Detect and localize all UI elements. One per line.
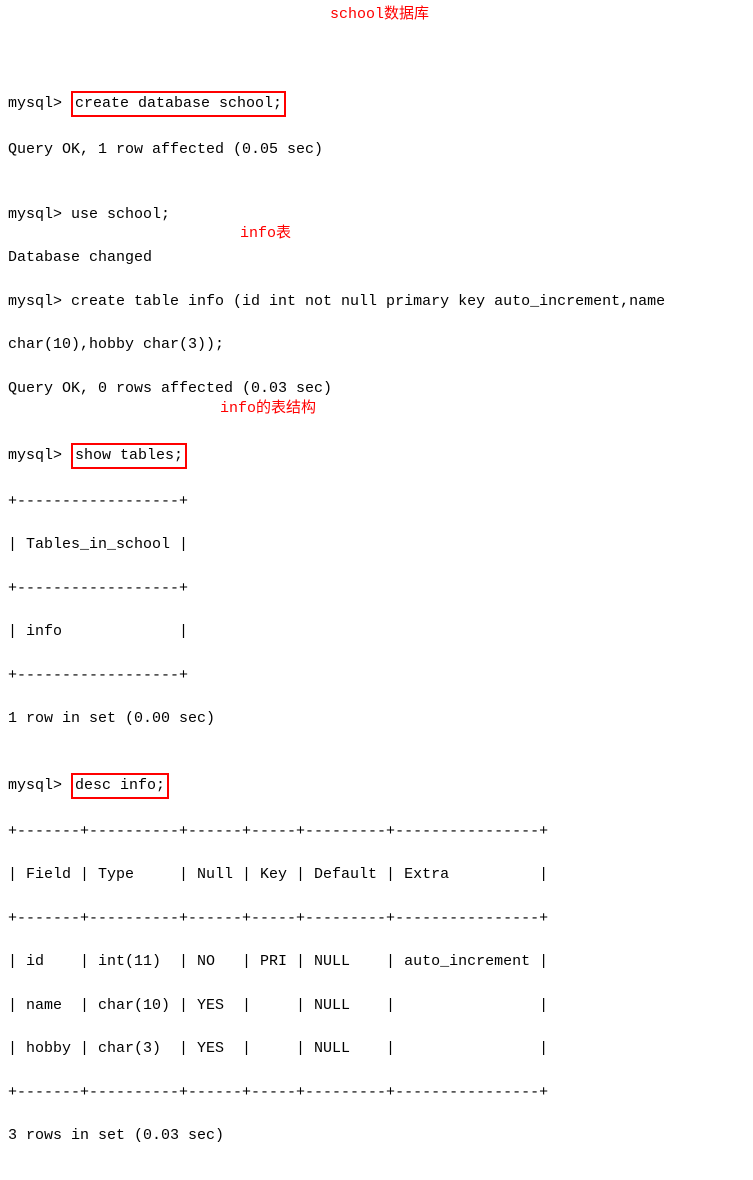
cmd-desc-info: desc info;	[71, 773, 169, 799]
terminal-line: mysql> show tables;	[8, 443, 745, 469]
terminal-line: +------------------+	[8, 665, 745, 687]
terminal-line: | Field | Type | Null | Key | Default | …	[8, 864, 745, 886]
terminal-line: 1 row in set (0.00 sec)	[8, 708, 745, 730]
cmd-show-tables: show tables;	[71, 443, 187, 469]
terminal-line: 3 rows in set (0.03 sec)	[8, 1125, 745, 1147]
terminal-line: Query OK, 0 rows affected (0.03 sec)	[8, 378, 745, 400]
terminal-line: char(10),hobby char(3));	[8, 334, 745, 356]
mysql-prompt: mysql>	[8, 777, 71, 794]
terminal-line: mysql> create table info (id int not nul…	[8, 291, 745, 313]
mysql-prompt: mysql>	[8, 95, 71, 112]
terminal-line: +-------+----------+------+-----+-------…	[8, 1082, 745, 1104]
terminal-line: | info |	[8, 621, 745, 643]
terminal-line: Query OK, 1 row affected (0.05 sec)	[8, 139, 745, 161]
terminal-line: mysql> desc info;	[8, 773, 745, 799]
terminal-line: +-------+----------+------+-----+-------…	[8, 821, 745, 843]
terminal-line: | id | int(11) | NO | PRI | NULL | auto_…	[8, 951, 745, 973]
cmd-create-database: create database school;	[71, 91, 286, 117]
terminal-line: +------------------+	[8, 578, 745, 600]
terminal-line: | hobby | char(3) | YES | | NULL | |	[8, 1038, 745, 1060]
annotation-info-structure: info的表结构	[220, 398, 316, 420]
annotation-school-db: school数据库	[330, 4, 429, 26]
mysql-prompt: mysql>	[8, 447, 71, 464]
terminal-line: mysql> create database school;	[8, 91, 745, 117]
terminal-line: mysql> use school;	[8, 204, 745, 226]
terminal-line: | name | char(10) | YES | | NULL | |	[8, 995, 745, 1017]
terminal-line: +------------------+	[8, 491, 745, 513]
terminal-line: Database changed	[8, 247, 745, 269]
annotation-info-table: info表	[240, 223, 291, 245]
terminal-line: +-------+----------+------+-----+-------…	[8, 908, 745, 930]
terminal-line: | Tables_in_school |	[8, 534, 745, 556]
